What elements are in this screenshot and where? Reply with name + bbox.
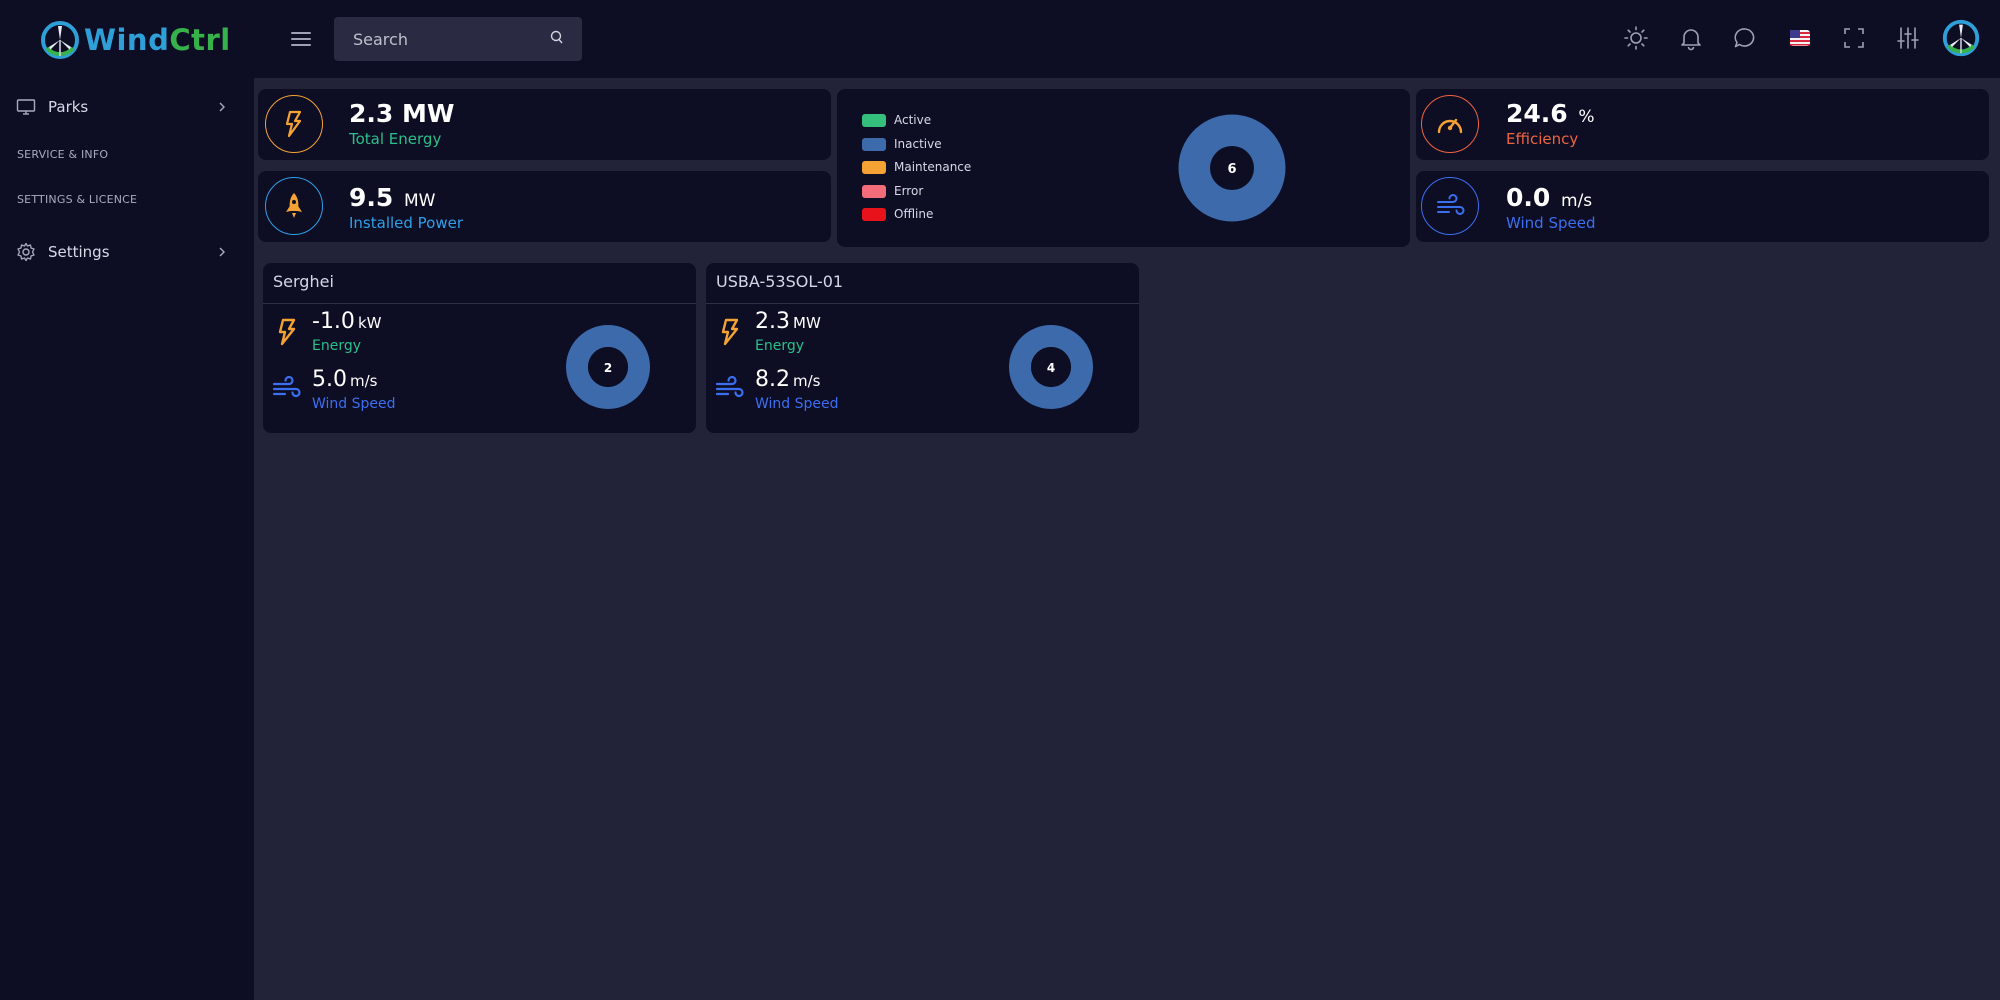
installed-power-value: 9.5 MW xyxy=(349,183,436,212)
legend-swatch xyxy=(862,207,886,221)
sun-icon[interactable] xyxy=(1623,25,1649,51)
legend-label: Offline xyxy=(894,207,934,221)
park-wind-label: Wind Speed xyxy=(755,396,839,412)
sidebar: Parks SERVICE & INFO SETTINGS & LICENCE … xyxy=(0,78,254,1000)
app-name-wind: Wind xyxy=(84,23,170,57)
legend-item-offline[interactable]: Offline xyxy=(862,206,933,222)
legend-swatch xyxy=(862,184,886,198)
stat-card-efficiency: 24.6 % Efficiency xyxy=(1416,89,1989,160)
total-energy-label: Total Energy xyxy=(349,130,442,148)
fullscreen-icon[interactable] xyxy=(1841,25,1867,51)
legend-item-active[interactable]: Active xyxy=(862,112,931,128)
bolt-icon xyxy=(278,318,296,346)
chevron-right-icon xyxy=(219,247,225,257)
legend-item-error[interactable]: Error xyxy=(862,183,923,199)
total-energy-unit: MW xyxy=(402,99,455,128)
park-energy-label: Energy xyxy=(312,338,362,354)
stat-card-installed-power: 9.5 MW Installed Power xyxy=(258,171,831,242)
sidebar-item-label: Settings xyxy=(48,243,110,261)
park-wind-unit: m/s xyxy=(793,372,821,390)
park-energy-number: 2.3 xyxy=(755,309,790,334)
total-energy-number: 2.3 xyxy=(349,99,394,128)
efficiency-value: 24.6 % xyxy=(1506,99,1595,128)
wind-speed-unit: m/s xyxy=(1561,191,1593,211)
legend-item-maintenance[interactable]: Maintenance xyxy=(862,159,971,175)
legend-label: Maintenance xyxy=(894,160,972,174)
sidebar-heading-settings-licence: SETTINGS & LICENCE xyxy=(17,193,138,206)
us-flag-icon[interactable] xyxy=(1787,25,1813,51)
app-name-ctrl: Ctrl xyxy=(169,23,231,57)
avatar[interactable] xyxy=(1940,17,1982,59)
sidebar-item-settings[interactable]: Settings xyxy=(0,232,254,272)
efficiency-unit: % xyxy=(1578,107,1595,127)
legend-label: Error xyxy=(894,184,924,198)
bell-icon[interactable] xyxy=(1678,25,1704,51)
legend-label: Active xyxy=(894,113,932,127)
sliders-icon[interactable] xyxy=(1895,25,1921,51)
installed-power-unit: MW xyxy=(404,191,436,211)
wind-speed-number: 0.0 xyxy=(1506,183,1551,212)
top-header: WindCtrl xyxy=(0,0,2000,78)
park-wind-value: 8.2 m/s xyxy=(755,367,820,392)
park-wind-label: Wind Speed xyxy=(312,396,396,412)
park-card[interactable]: Serghei -1.0 kW Energy 5.0 m/s Wind Speed … xyxy=(263,263,696,433)
installed-power-number: 9.5 xyxy=(349,183,394,212)
search-box xyxy=(334,17,582,61)
park-name: USBA-53SOL-01 xyxy=(716,272,844,291)
wind-icon xyxy=(1421,177,1479,235)
installed-power-label: Installed Power xyxy=(349,214,464,232)
speedometer-icon xyxy=(1421,95,1479,153)
sidebar-item-label: Parks xyxy=(48,98,89,116)
park-wind-unit: m/s xyxy=(350,372,378,390)
app-logo[interactable]: WindCtrl xyxy=(38,18,231,62)
park-name: Serghei xyxy=(273,272,334,291)
park-energy-value: -1.0 kW xyxy=(312,309,381,334)
donut-center-count: 6 xyxy=(1227,162,1236,177)
sidebar-item-parks[interactable]: Parks xyxy=(0,87,254,127)
park-energy-number: -1.0 xyxy=(312,309,355,334)
sidebar-heading-service: SERVICE & INFO xyxy=(17,148,109,161)
menu-icon[interactable] xyxy=(290,29,312,49)
park-turbine-donut[interactable]: 2 xyxy=(564,323,652,411)
wind-speed-value: 0.0 m/s xyxy=(1506,183,1592,212)
park-wind-value: 5.0 m/s xyxy=(312,367,377,392)
chat-icon[interactable] xyxy=(1732,25,1758,51)
windctrl-logo-icon xyxy=(41,21,79,59)
park-turbine-donut[interactable]: 4 xyxy=(1007,323,1095,411)
donut-center-count: 2 xyxy=(604,361,612,375)
efficiency-label: Efficiency xyxy=(1506,130,1579,148)
legend-swatch xyxy=(862,137,886,151)
turbine-status-donut[interactable]: 6 xyxy=(1178,114,1286,222)
wind-icon xyxy=(272,375,301,398)
monitor-icon xyxy=(16,99,36,115)
bolt-icon xyxy=(265,95,323,153)
stat-card-total-energy: 2.3 MW Total Energy xyxy=(258,89,831,160)
park-card[interactable]: USBA-53SOL-01 2.3 MW Energy 8.2 m/s Wind S… xyxy=(706,263,1139,433)
total-energy-value: 2.3 MW xyxy=(349,99,454,128)
legend-swatch xyxy=(862,160,886,174)
park-energy-value: 2.3 MW xyxy=(755,309,821,334)
rocket-icon xyxy=(265,177,323,235)
park-wind-number: 8.2 xyxy=(755,367,790,392)
wind-speed-label: Wind Speed xyxy=(1506,214,1596,232)
park-energy-unit: MW xyxy=(793,314,821,332)
stat-card-wind-speed: 0.0 m/s Wind Speed xyxy=(1416,171,1989,242)
efficiency-number: 24.6 xyxy=(1506,99,1568,128)
park-energy-unit: kW xyxy=(357,314,382,332)
park-wind-number: 5.0 xyxy=(312,367,347,392)
park-divider xyxy=(263,303,696,304)
legend-item-inactive[interactable]: Inactive xyxy=(862,136,942,152)
app-name: WindCtrl xyxy=(84,23,231,57)
donut-center-count: 4 xyxy=(1047,361,1055,375)
wind-icon xyxy=(715,375,744,398)
search-icon[interactable] xyxy=(550,30,564,46)
gear-icon xyxy=(17,242,35,262)
bolt-icon xyxy=(721,318,739,346)
search-input[interactable] xyxy=(334,29,534,49)
legend-label: Inactive xyxy=(894,137,942,151)
legend-swatch xyxy=(862,113,886,127)
chevron-right-icon xyxy=(219,102,225,112)
park-energy-label: Energy xyxy=(755,338,805,354)
park-divider xyxy=(706,303,1139,304)
